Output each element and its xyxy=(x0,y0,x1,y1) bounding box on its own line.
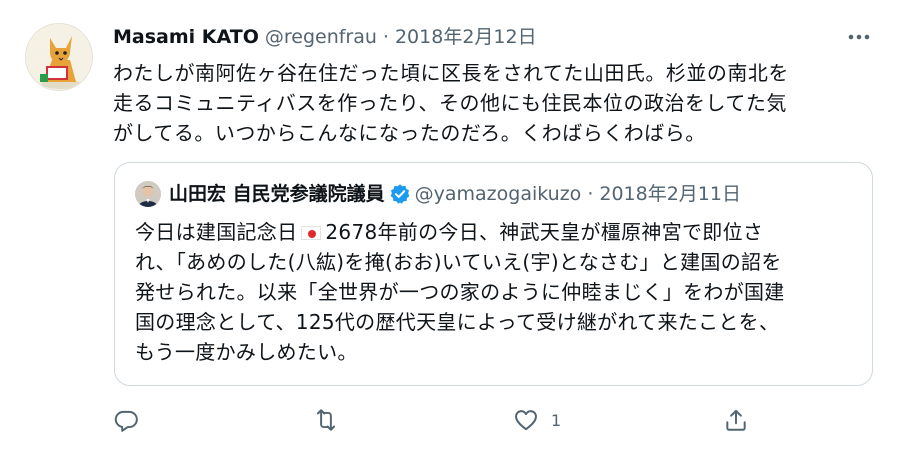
quoted-tweet-body: 今日は建国記念日 2678年前の今日、神武天皇が橿原神宮で即位さ れ、「あめのした… xyxy=(135,217,857,367)
tweet-body-line: がしてる。いつからこんなになったのだろ。くわばらくわばら。 xyxy=(113,121,706,145)
quoted-header-separator: · xyxy=(587,183,594,205)
quoted-tweet-header: 山田宏 自民党参議院議員 @yamazogaikuzo · 2018年2月11日 xyxy=(135,181,741,207)
tweet-date[interactable]: 2018年2月12日 xyxy=(395,24,537,50)
header-separator: · xyxy=(382,26,389,48)
reply-button[interactable] xyxy=(113,405,139,435)
tweet-actions-bar: 1 xyxy=(113,405,753,435)
quoted-tweet[interactable]: 山田宏 自民党参議院議員 @yamazogaikuzo · 2018年2月11日… xyxy=(114,162,873,386)
retweet-icon xyxy=(316,409,336,431)
quoted-body-text: 今日は建国記念日 xyxy=(135,220,298,244)
more-horizontal-icon xyxy=(848,34,870,40)
tweet[interactable]: Masami KATO @regenfrau · 2018年2月12日 わたしが… xyxy=(0,0,898,454)
like-count: 1 xyxy=(551,410,562,430)
fox-mascot-icon xyxy=(26,24,92,90)
retweet-button[interactable] xyxy=(313,405,339,435)
more-options-button[interactable] xyxy=(846,24,872,50)
quoted-author-avatar[interactable] xyxy=(135,181,161,207)
like-button[interactable]: 1 xyxy=(513,405,561,435)
author-avatar[interactable] xyxy=(25,23,93,91)
heart-icon xyxy=(515,410,537,431)
quoted-body-line: もう一度かみしめたい。 xyxy=(135,340,358,364)
author-handle[interactable]: @regenfrau xyxy=(265,24,377,50)
share-icon xyxy=(726,409,746,431)
share-button[interactable] xyxy=(723,405,749,435)
quoted-body-line: 国の理念として、125代の歴代天皇によって受け継がれて来たことを、 xyxy=(135,310,780,334)
person-avatar-icon xyxy=(135,181,161,207)
quoted-body-line: 発せられた。以来「全世界が一つの家のように仲睦まじく」をわが国建 xyxy=(135,280,785,304)
japan-flag-icon xyxy=(301,226,322,240)
quoted-author-display-name[interactable]: 山田宏 自民党参議院議員 xyxy=(169,181,385,207)
verified-badge-icon xyxy=(389,183,411,205)
author-display-name[interactable]: Masami KATO xyxy=(113,24,259,50)
quoted-body-line: 今日は建国記念日 2678年前の今日、神武天皇が橿原神宮で即位さ xyxy=(135,217,857,247)
tweet-body: わたしが南阿佐ヶ谷在住だった頃に区長をされてた山田氏。杉並の南北を 走るコミュニ… xyxy=(113,58,873,148)
tweet-body-line: わたしが南阿佐ヶ谷在住だった頃に区長をされてた山田氏。杉並の南北を xyxy=(113,61,789,85)
quoted-body-line: れ、「あめのした(八紘)を掩(おお)いていえ(宇)となさむ」と建国の詔を xyxy=(135,250,782,274)
reply-icon xyxy=(114,410,138,432)
tweet-body-line: 走るコミュニティバスを作ったり、その他にも住民本位の政治をしてた気 xyxy=(113,91,787,115)
quoted-body-text: 2678年前の今日、神武天皇が橿原神宮で即位さ xyxy=(325,220,764,244)
tweet-header: Masami KATO @regenfrau · 2018年2月12日 xyxy=(113,24,537,50)
quoted-tweet-date[interactable]: 2018年2月11日 xyxy=(599,181,741,207)
quoted-author-handle[interactable]: @yamazogaikuzo xyxy=(415,181,582,207)
